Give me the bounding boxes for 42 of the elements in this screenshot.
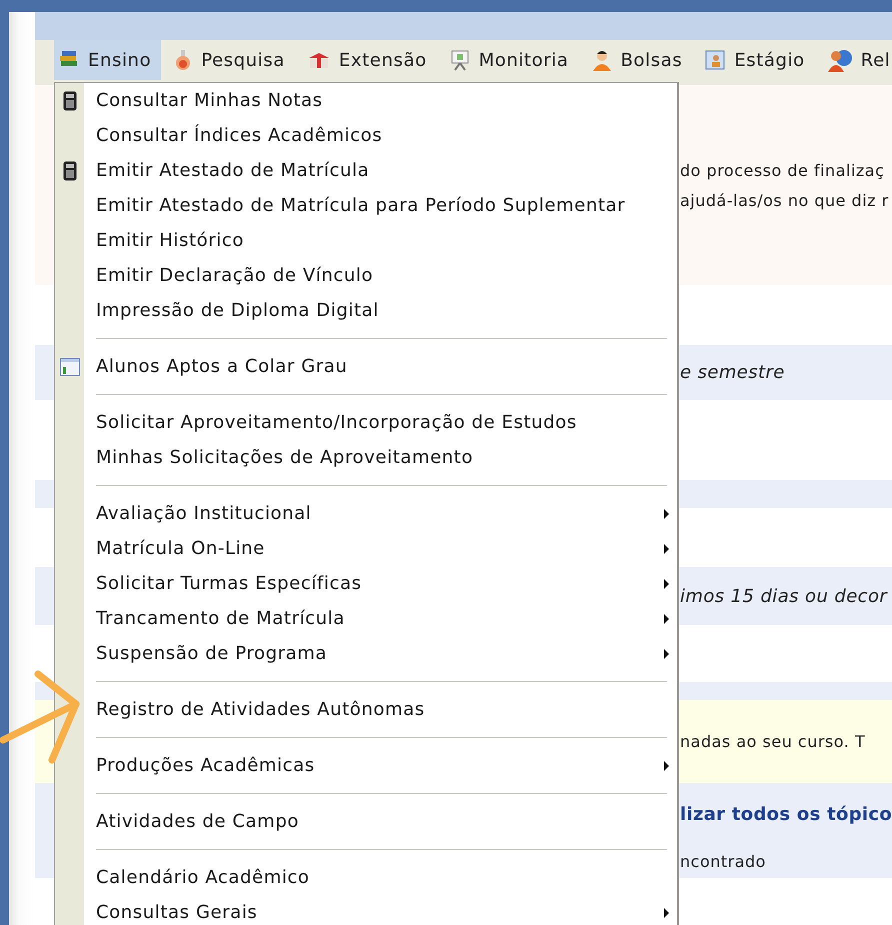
menu-item[interactable]: Emitir Histórico: [55, 223, 677, 258]
menu-item[interactable]: Emitir Atestado de Matrícula para Período Suplementar: [55, 188, 677, 223]
calculator-icon: [62, 160, 76, 180]
menu-item[interactable]: Emitir Atestado de Matrícula: [55, 153, 677, 188]
menu-item[interactable]: Minhas Solicitações de Aproveitamento: [55, 440, 677, 475]
content-text: ncontrado: [680, 852, 767, 871]
person-icon: [590, 49, 613, 71]
menu-item[interactable]: Matrícula On-Line: [55, 531, 677, 566]
link-text[interactable]: lizar todos os tópico: [680, 804, 892, 824]
menu-tab[interactable]: Bolsas: [586, 40, 692, 80]
menu-item[interactable]: Produções Acadêmicas: [55, 748, 677, 783]
id-card-icon: [704, 49, 726, 71]
menu-item[interactable]: Suspensão de Programa: [55, 636, 677, 671]
window-icon: [60, 358, 80, 376]
content-text: imos 15 dias ou decor: [680, 586, 889, 606]
content-text: e semestre: [680, 362, 786, 383]
menu-item[interactable]: Alunos Aptos a Colar Grau: [55, 349, 677, 384]
menu-item[interactable]: Consultar Minhas Notas: [55, 83, 677, 118]
menu-item[interactable]: Solicitar Turmas Específicas: [55, 566, 677, 601]
content-text: ajudá-las/os no que diz r: [680, 190, 890, 210]
menu-item[interactable]: Impressão de Diploma Digital: [55, 293, 677, 328]
menu-item[interactable]: Solicitar Aproveitamento/Incorporação de Estudos: [55, 405, 677, 440]
menu-tab[interactable]: Estágio: [700, 40, 815, 80]
menu-tab[interactable]: Rel: [822, 40, 892, 80]
menu-tab[interactable]: Extensão: [302, 40, 437, 80]
content-text: nadas ao seu curso. T: [680, 732, 866, 751]
easel-icon: [448, 49, 471, 71]
gift-icon: [306, 50, 331, 70]
menu-tab[interactable]: Pesquisa: [169, 40, 295, 80]
person-globe-icon: [826, 48, 853, 72]
menu-item[interactable]: Avaliação Institucional: [55, 496, 677, 531]
menu-tab[interactable]: Ensino: [54, 40, 162, 80]
menu-tab[interactable]: Monitoria: [444, 40, 579, 80]
content-text: do processo de finalizaç: [680, 160, 886, 180]
menu-item[interactable]: Atividades de Campo: [55, 804, 677, 839]
menu-item[interactable]: Registro de Atividades Autônomas: [55, 692, 677, 727]
menu-item[interactable]: Emitir Declaração de Vínculo: [55, 258, 677, 293]
menu-item[interactable]: Consultar Índices Acadêmicos: [55, 118, 677, 153]
menu-item[interactable]: Calendário Acadêmico: [55, 860, 677, 895]
calculator-icon: [62, 90, 76, 110]
menu-item[interactable]: Consultas Gerais: [55, 895, 677, 925]
menu-item[interactable]: Trancamento de Matrícula: [55, 601, 677, 636]
